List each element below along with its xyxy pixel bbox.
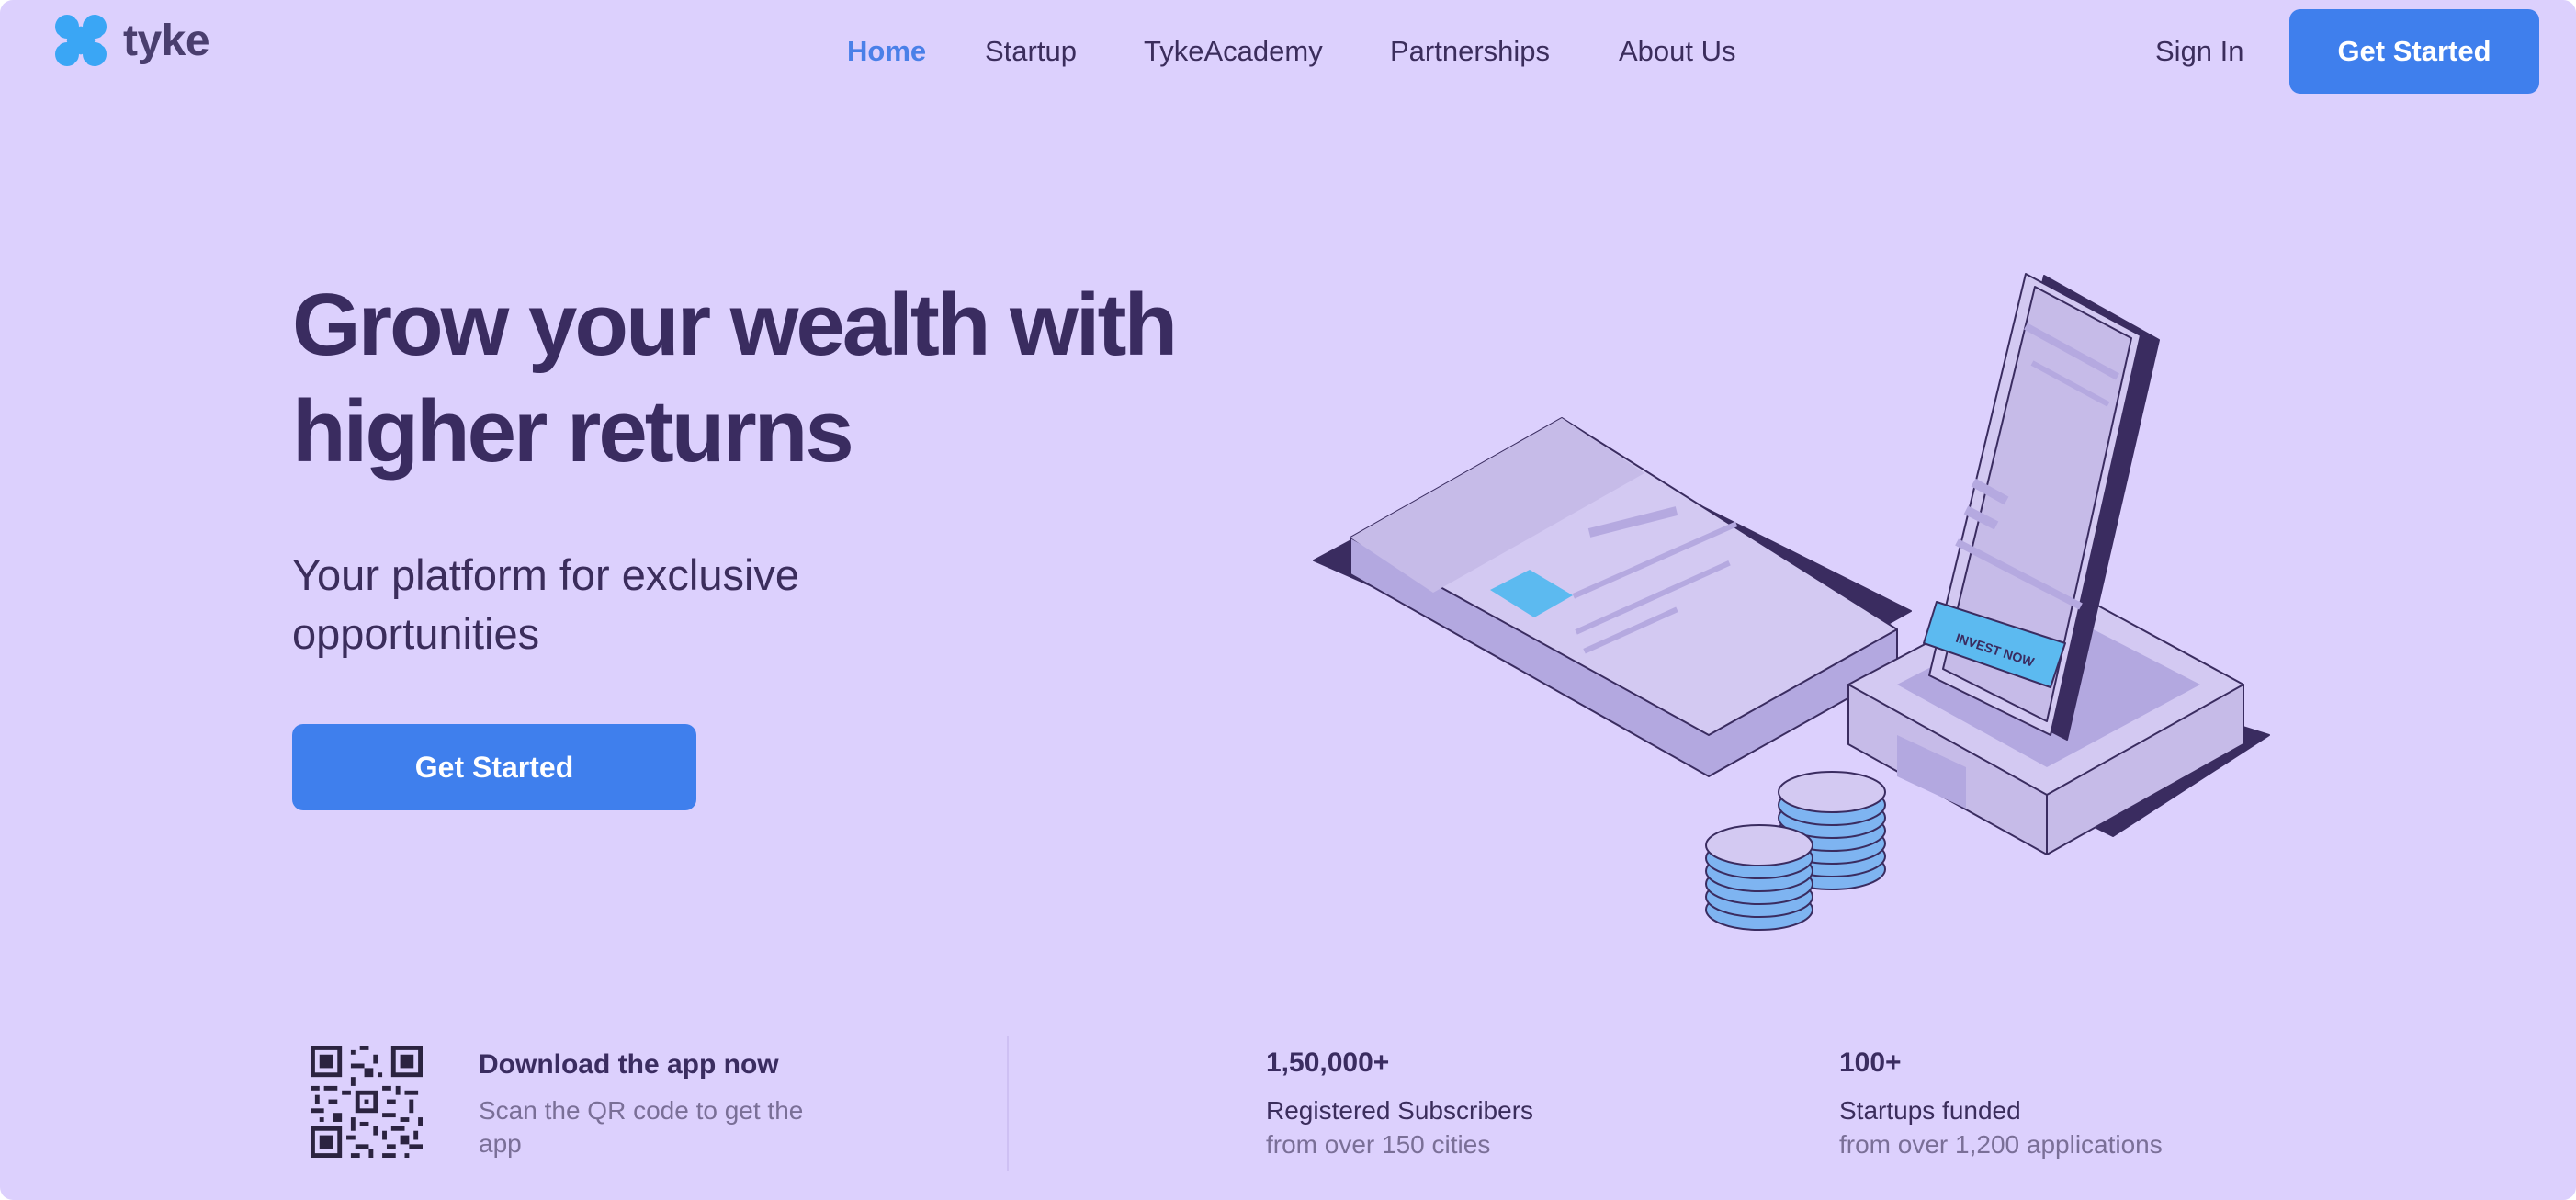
startups-detail: from over 1,200 applications xyxy=(1839,1130,2163,1159)
qr-code-icon xyxy=(311,1046,423,1158)
nav-item-tykeacademy[interactable]: TykeAcademy xyxy=(1144,28,1323,75)
subscribers-value: 1,50,000+ xyxy=(1266,1047,1390,1078)
hero-title-line-2: higher returns xyxy=(292,382,854,481)
subscribers-label: Registered Subscribers xyxy=(1266,1096,1534,1125)
hero-title: Grow your wealth with higher returns xyxy=(292,272,1284,485)
header-get-started-button[interactable]: Get Started xyxy=(2289,9,2539,94)
nav-item-home[interactable]: Home xyxy=(847,28,926,75)
investment-illustration: INVEST NOW xyxy=(1313,273,2270,931)
stats-divider xyxy=(1007,1036,1009,1171)
hero-title-line-1: Grow your wealth with xyxy=(292,276,1178,374)
hero-subtitle: Your platform for exclusive opportunitie… xyxy=(292,550,800,658)
hero-get-started-button[interactable]: Get Started xyxy=(292,724,696,810)
subscribers-detail: from over 150 cities xyxy=(1266,1130,1491,1159)
nav-item-startup[interactable]: Startup xyxy=(985,28,1077,75)
nav-item-partnerships[interactable]: Partnerships xyxy=(1390,28,1550,75)
nav-item-about-us[interactable]: About Us xyxy=(1619,28,1736,75)
download-app-title: Download the app now xyxy=(479,1049,779,1080)
download-app-text: Scan the QR code to get the app xyxy=(479,1096,804,1158)
landing-page: tyke Home Startup TykeAcademy Partnershi… xyxy=(0,0,2576,1200)
sign-in-link[interactable]: Sign In xyxy=(2155,28,2244,75)
startups-label: Startups funded xyxy=(1839,1096,2021,1125)
startups-value: 100+ xyxy=(1839,1047,1902,1078)
